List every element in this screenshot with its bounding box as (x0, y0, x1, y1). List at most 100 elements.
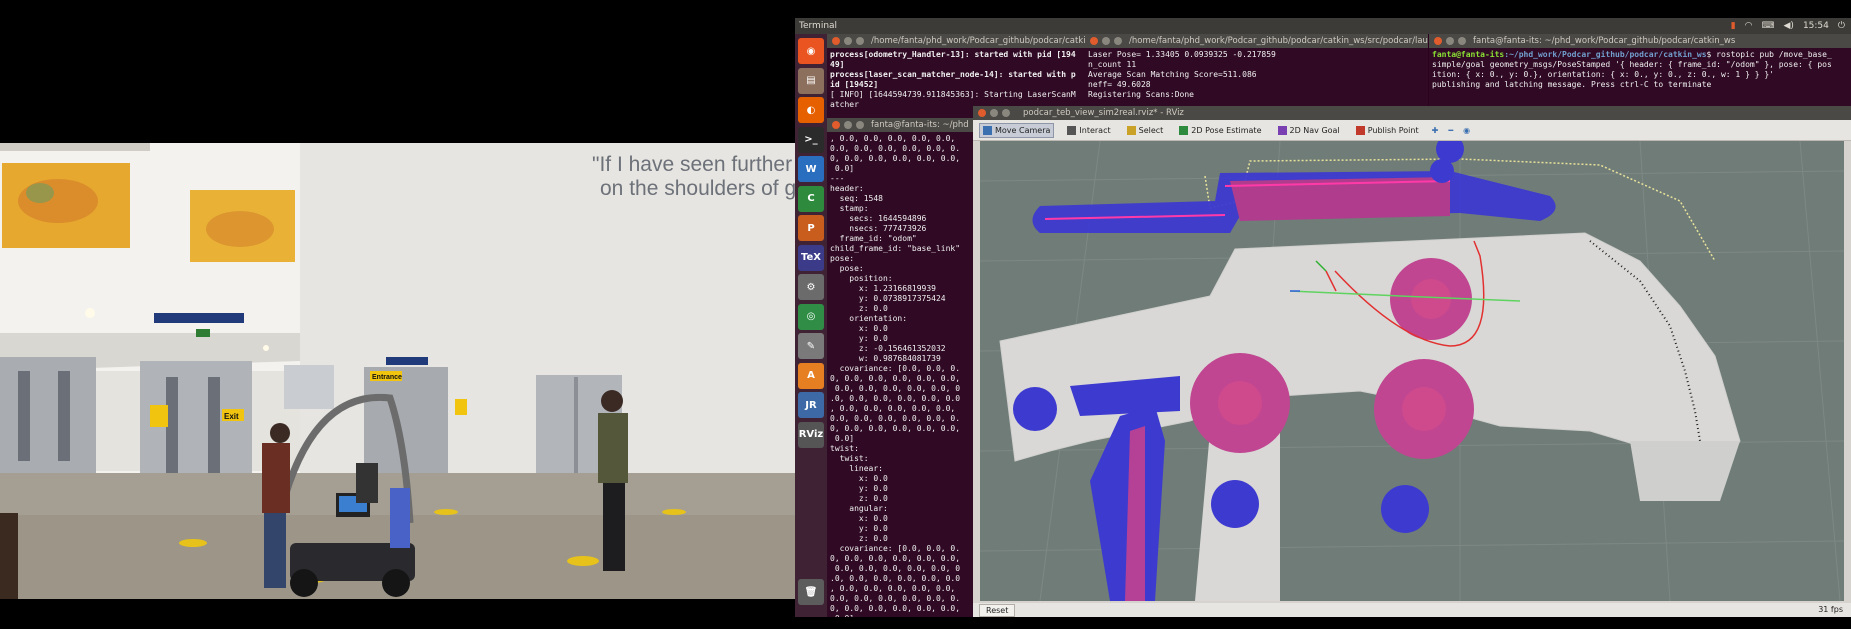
rviz-status-bar: Reset 31 fps (973, 603, 1851, 617)
settings-icon[interactable]: ⚙ (798, 274, 824, 300)
terminal-line: 0.0, 0.0, 0.0, 0.0, 0.0, 0. (830, 594, 961, 603)
terminal-line: y: 0.0 (830, 334, 888, 343)
terminal-3-title: fanta@fanta-its: ~/phd_work/Podcar_githu… (1473, 36, 1736, 46)
editor-icon[interactable]: ✎ (798, 333, 824, 359)
minimize-icon[interactable] (844, 37, 852, 45)
reset-button[interactable]: Reset (979, 604, 1016, 617)
terminal-line: 0.0] (830, 434, 855, 443)
terminal-window-4[interactable]: fanta@fanta-its: ~/phd , 0.0, 0.0, 0.0, … (827, 118, 973, 617)
move-camera-tool[interactable]: Move Camera (979, 122, 1055, 138)
minimize-icon[interactable] (1102, 37, 1110, 45)
obstacle-bottom-2 (1381, 485, 1429, 533)
maximize-icon[interactable] (856, 37, 864, 45)
terminal-4-output[interactable]: , 0.0, 0.0, 0.0, 0.0, 0.0, 0.0, 0.0, 0.0,… (827, 132, 973, 617)
firefox-icon[interactable]: ◐ (798, 97, 824, 123)
software-center-icon[interactable]: A (798, 362, 824, 389)
volume-icon[interactable]: ◀) (1784, 18, 1794, 34)
terminal-line: w: 0.987684081739 (830, 354, 941, 363)
power-icon[interactable]: ⏻ (1838, 18, 1845, 34)
maximize-icon[interactable] (856, 121, 864, 129)
terminal-icon[interactable]: >_ (798, 126, 824, 153)
rviz-3d-view[interactable] (980, 141, 1844, 601)
ubuntu-dash-icon[interactable]: ◉ (798, 38, 824, 64)
terminal-line: nsecs: 777473926 (830, 224, 927, 233)
plus-icon[interactable]: ✚ (1432, 126, 1439, 135)
terminal-3-titlebar[interactable]: fanta@fanta-its: ~/phd_work/Podcar_githu… (1429, 34, 1851, 48)
terminal-line: pose: (830, 254, 855, 263)
pose-estimate-icon (1179, 125, 1189, 135)
battery-icon[interactable]: ▮ (1731, 18, 1736, 34)
terminal-1-output[interactable]: process[odometry_Handler-13]: started wi… (827, 48, 1119, 112)
publish-point-icon (1355, 125, 1365, 135)
move-camera-icon (983, 125, 992, 135)
terminal-line: orientation: (830, 314, 908, 323)
terminal-2-titlebar[interactable]: /home/fanta/phd_work/Podcar_github/podca… (1085, 34, 1428, 48)
rviz-window[interactable]: podcar_teb_view_sim2real.rviz* - RViz Mo… (973, 106, 1851, 617)
rviz-titlebar[interactable]: podcar_teb_view_sim2real.rviz* - RViz (973, 106, 1851, 120)
trash-icon[interactable]: 🗑 (798, 579, 824, 605)
select-tool[interactable]: Select (1124, 124, 1167, 137)
terminal-line: Registering Scans:Done (1088, 90, 1194, 99)
terminal-line: position: (830, 274, 893, 283)
terminal-2-output[interactable]: Laser Pose= 1.33405 0.0939325 -0.217859 n… (1085, 48, 1428, 102)
terminal-line: 0.0, 0.0, 0.0, 0.0, 0.0, 0 (830, 564, 961, 573)
terminal-line: x: 0.0 (830, 514, 888, 523)
terminal-1-titlebar[interactable]: /home/fanta/phd_work/Podcar_github/podca… (827, 34, 1119, 48)
maximize-icon[interactable] (1114, 37, 1122, 45)
minus-icon[interactable]: ━ (1448, 126, 1453, 135)
rviz-toolbar: Move Camera Interact Select 2D Pose Estimat… (973, 120, 1851, 141)
terminal-line: [ INFO] [1644594739.911845363]: Starting… (830, 90, 1076, 99)
publish-point-tool[interactable]: Publish Point (1353, 124, 1422, 137)
terminal-line: secs: 1644594896 (830, 214, 927, 223)
terminal-4-titlebar[interactable]: fanta@fanta-its: ~/phd (827, 118, 973, 132)
files-icon[interactable]: ▤ (798, 67, 824, 94)
nav-goal-tool[interactable]: 2D Nav Goal (1275, 124, 1343, 137)
terminal-line: z: -0.156461352032 (830, 344, 946, 353)
chrome-icon[interactable]: ◎ (798, 303, 824, 330)
pose-estimate-tool[interactable]: 2D Pose Estimate (1176, 124, 1264, 137)
terminal-line: z: 0.0 (830, 304, 888, 313)
terminal-line: 0, 0.0, 0.0, 0.0, 0.0, 0.0, (830, 154, 961, 163)
clock[interactable]: 15:54 (1803, 18, 1829, 34)
terminal-line: twist: (830, 444, 859, 453)
prompt-path: :~/phd_work/Podcar_github/podcar/catkin_… (1504, 50, 1707, 59)
wifi-icon[interactable]: ◠ (1745, 18, 1753, 34)
terminal-1-title: /home/fanta/phd_work/Podcar_github/podca… (871, 36, 1096, 46)
terminal-line: header: (830, 184, 864, 193)
calc-icon[interactable]: C (798, 185, 824, 212)
maximize-icon[interactable] (1458, 37, 1466, 45)
terminal-window-3[interactable]: fanta@fanta-its: ~/phd_work/Podcar_githu… (1429, 34, 1851, 106)
impress-icon[interactable]: P (798, 215, 824, 241)
minimize-icon[interactable] (990, 109, 998, 117)
close-icon[interactable] (832, 121, 840, 129)
terminal-line: .0, 0.0, 0.0, 0.0, 0.0, 0.0 (830, 574, 961, 583)
interact-tool[interactable]: Interact (1064, 124, 1113, 137)
close-icon[interactable] (978, 109, 986, 117)
close-icon[interactable] (832, 37, 840, 45)
keyboard-icon[interactable]: ⌨ (1762, 18, 1775, 34)
terminal-line: --- (830, 174, 845, 183)
rviz-title: podcar_teb_view_sim2real.rviz* - RViz (1023, 108, 1184, 118)
rviz-icon[interactable]: RViz (798, 421, 824, 448)
terminal-line: ition: { x: 0., y: 0.}, orientation: { x… (1432, 70, 1774, 79)
terminal-line: z: 0.0 (830, 534, 888, 543)
lobby-scene: "If I have seen further o on the shoulde… (0, 143, 795, 599)
camera-icon[interactable]: ◉ (1463, 126, 1470, 135)
minimize-icon[interactable] (1446, 37, 1454, 45)
writer-icon[interactable]: W (798, 156, 824, 182)
jabref-icon[interactable]: JR (798, 392, 824, 418)
exit-sign: Exit (224, 412, 239, 421)
entrance-sign: Entrance (372, 374, 402, 381)
obstacle-left (1013, 387, 1057, 431)
texmaker-icon[interactable]: TeX (798, 244, 824, 271)
ubuntu-desktop: Terminal ▮ ◠ ⌨ ◀) 15:54 ⏻ ◉ ▤ ◐ >_ W C P TeX ⚙ ◎ ✎… (795, 18, 1851, 617)
close-icon[interactable] (1090, 37, 1098, 45)
terminal-3-output[interactable]: fanta@fanta-its:~/phd_work/Podcar_github… (1429, 48, 1851, 92)
terminal-line: x: 0.0 (830, 474, 888, 483)
maximize-icon[interactable] (1002, 109, 1010, 117)
close-icon[interactable] (1434, 37, 1442, 45)
wall-quote-line-2: on the shoulders of g (600, 177, 795, 200)
minimize-icon[interactable] (844, 121, 852, 129)
terminal-line: , 0.0, 0.0, 0.0, 0.0, 0.0, (830, 134, 956, 143)
system-tray: ▮ ◠ ⌨ ◀) 15:54 ⏻ (1731, 18, 1845, 34)
